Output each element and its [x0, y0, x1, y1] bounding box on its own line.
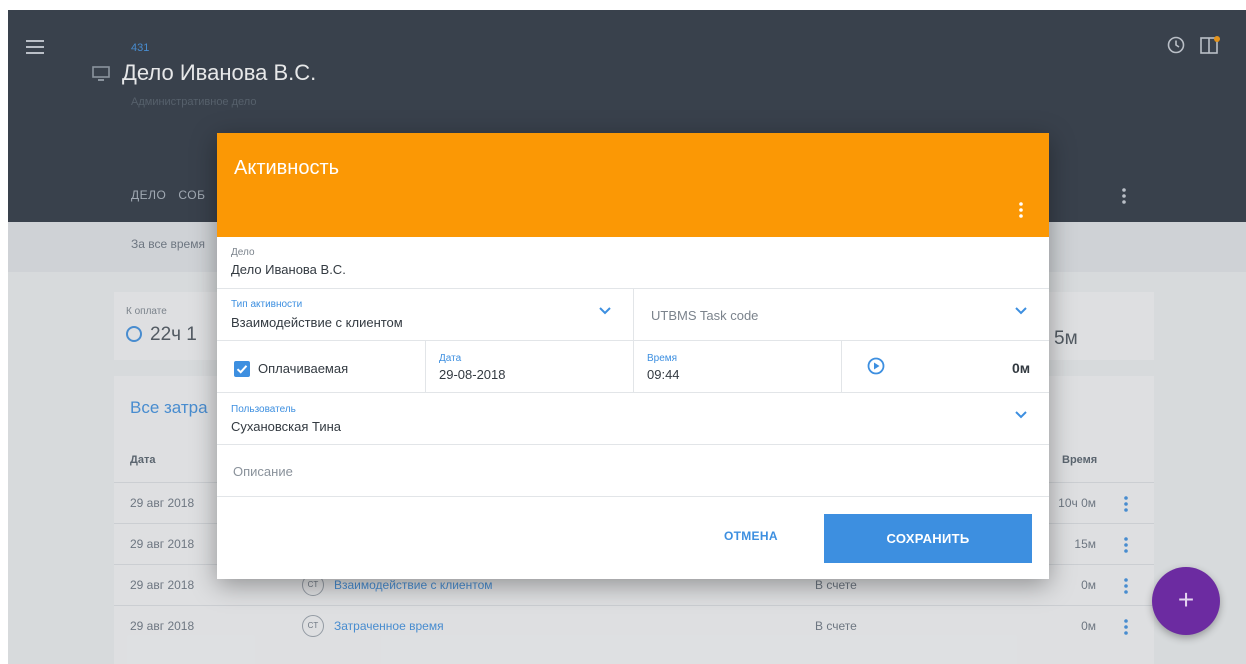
case-field-label: Дело: [231, 247, 255, 258]
billable-checkbox-field[interactable]: Оплачиваемая: [217, 341, 425, 393]
billable-label: Оплачиваемая: [258, 361, 349, 376]
date-label: Дата: [439, 353, 462, 364]
dialog-title: Активность: [234, 157, 340, 179]
date-field[interactable]: Дата 29-08-2018: [425, 341, 633, 393]
save-button[interactable]: СОХРАНИТЬ: [824, 514, 1032, 563]
case-field-value: Дело Иванова В.С.: [231, 262, 346, 277]
activity-type-select[interactable]: Тип активности Взаимодействие с клиентом: [217, 289, 633, 341]
dialog-header: Активность: [217, 133, 1049, 237]
date-value: 29-08-2018: [439, 367, 506, 382]
play-timer-icon[interactable]: [867, 357, 885, 375]
cancel-button[interactable]: ОТМЕНА: [724, 529, 778, 543]
user-value: Сухановская Тина: [231, 419, 342, 434]
activity-type-label: Тип активности: [231, 299, 303, 310]
screen: 431 Дело Иванова В.С. Административное д…: [8, 10, 1246, 664]
chevron-down-icon: [1015, 307, 1027, 315]
chevron-down-icon: [1015, 411, 1027, 419]
user-label: Пользователь: [231, 404, 296, 415]
check-icon: [236, 365, 248, 374]
description-field[interactable]: Описание: [217, 445, 1049, 497]
time-field[interactable]: Время 09:44: [633, 341, 841, 393]
user-select[interactable]: Пользователь Сухановская Тина: [217, 393, 1049, 445]
utbms-task-code-select[interactable]: UTBMS Task code: [633, 289, 1049, 341]
dialog-more-vert-icon[interactable]: [1018, 201, 1024, 219]
description-placeholder: Описание: [233, 464, 293, 479]
add-fab-button[interactable]: +: [1152, 567, 1220, 635]
billable-checkbox[interactable]: [234, 361, 250, 377]
chevron-down-icon: [599, 307, 611, 315]
time-value: 09:44: [647, 367, 680, 382]
time-label: Время: [647, 353, 678, 364]
activity-type-value: Взаимодействие с клиентом: [231, 315, 403, 330]
case-field[interactable]: Дело Дело Иванова В.С.: [217, 237, 1049, 289]
activity-dialog: Активность Дело Дело Иванова В.С. Тип ак…: [217, 133, 1049, 579]
duration-value: 0м: [1012, 360, 1031, 376]
utbms-placeholder: UTBMS Task code: [651, 308, 759, 323]
